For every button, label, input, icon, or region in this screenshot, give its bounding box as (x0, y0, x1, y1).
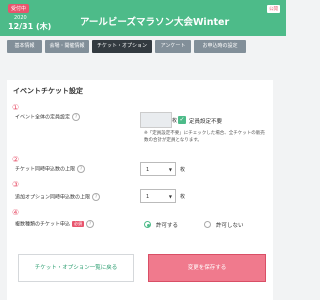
capacity-label-text: イベント全体の定員設定 (15, 114, 71, 121)
tab-survey[interactable]: アンケート (155, 40, 191, 53)
public-badge: 公開 (267, 5, 280, 13)
ticket-limit-unit: 枚 (180, 167, 186, 173)
step-number-1: ① (12, 103, 20, 112)
capacity-unit: 枚 (172, 118, 178, 124)
multi-type-label-text: 複数種類のチケット申込 (15, 221, 71, 228)
back-to-list-button[interactable]: チケット・オプション一覧に戻る (18, 254, 134, 282)
capacity-input[interactable] (140, 112, 172, 128)
tab-application-settings[interactable]: お申込時の設定 (194, 40, 246, 53)
event-header: 受付中 2020 12/31 (木) アールビーズマラソン大会Winter 公開 (0, 0, 286, 36)
option-limit-unit: 枚 (180, 194, 186, 200)
chevron-down-icon: ▼ (168, 167, 172, 172)
required-badge: 必須 (72, 221, 85, 227)
radio-allow[interactable] (144, 221, 151, 228)
radio-deny[interactable] (204, 221, 211, 228)
tab-venue-info[interactable]: 会場・開催情報 (45, 40, 89, 53)
help-icon[interactable]: ? (92, 193, 101, 201)
help-icon[interactable]: ? (86, 220, 95, 228)
no-capacity-checkbox-label[interactable]: 定員設定不要 (189, 117, 222, 125)
radio-deny-label[interactable]: 許可しない (216, 221, 244, 229)
multi-type-label: 複数種類のチケット申込 必須? (15, 220, 95, 228)
option-limit-select[interactable]: 1 ▼ (140, 189, 176, 203)
step-number-3: ③ (12, 180, 20, 189)
capacity-label: イベント全体の定員設定? (15, 113, 81, 121)
chevron-down-icon: ▼ (168, 194, 172, 199)
event-title: アールビーズマラソン大会Winter (80, 17, 230, 28)
ticket-limit-label-text: チケット同時申込数の上限 (15, 166, 76, 173)
help-icon[interactable]: ? (77, 165, 86, 173)
capacity-note: ※「定員設定不要」にチェックした場合、全チケットの販売数の合計が定員となります。 (144, 131, 265, 143)
ticket-limit-select[interactable]: 1 ▼ (140, 162, 176, 176)
option-limit-label: 追加オプション同時申込数の上限? (15, 193, 101, 201)
step-number-2: ② (12, 155, 20, 164)
tab-basic-info[interactable]: 基本情報 (7, 40, 42, 53)
tab-ticket-option[interactable]: チケット・オプション (92, 40, 152, 53)
option-limit-value: 1 (146, 194, 150, 200)
checkbox-icon[interactable]: ✓ (178, 116, 186, 124)
help-icon[interactable]: ? (72, 113, 81, 121)
event-date: 12/31 (木) (8, 22, 52, 31)
ticket-limit-value: 1 (146, 167, 150, 173)
section-title: イベントチケット設定 (13, 87, 83, 95)
option-limit-label-text: 追加オプション同時申込数の上限 (15, 194, 91, 201)
save-button[interactable]: 変更を保存する (148, 254, 266, 282)
ticket-limit-label: チケット同時申込数の上限? (15, 165, 86, 173)
step-number-4: ④ (12, 208, 20, 217)
radio-allow-label[interactable]: 許可する (156, 221, 178, 229)
status-badge: 受付中 (8, 4, 30, 13)
tab-bar: 基本情報 会場・開催情報 チケット・オプション アンケート お申込時の設定 (0, 40, 286, 54)
